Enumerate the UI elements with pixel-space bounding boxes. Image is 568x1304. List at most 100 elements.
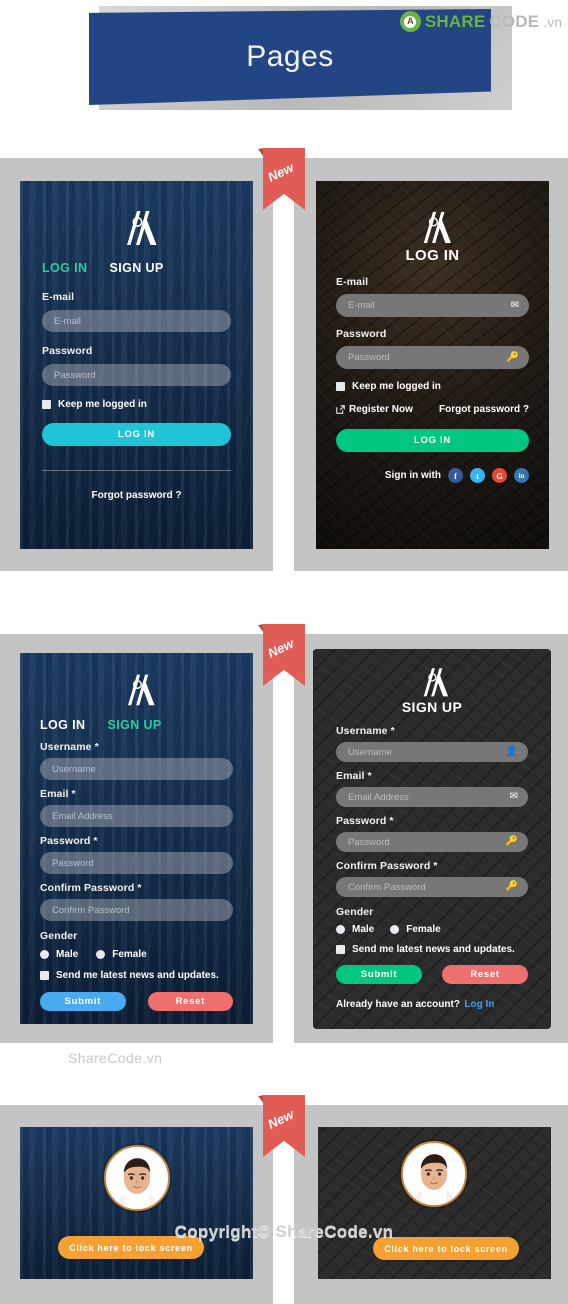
password-placeholder: Password xyxy=(52,857,94,869)
lock-screen-button-label: Click here to lock screen xyxy=(69,1242,193,1253)
password-input[interactable]: Password xyxy=(40,852,233,874)
lock-screen-button-label: Click here to lock screen xyxy=(384,1243,508,1254)
email-placeholder: Email Address xyxy=(348,791,409,803)
avatar-photo xyxy=(403,1143,465,1205)
linkedin-icon[interactable]: in xyxy=(514,468,529,483)
password-label: Password xyxy=(336,328,387,340)
email-input[interactable]: E-mail ✉ xyxy=(336,294,529,317)
tab-signup[interactable]: SIGN UP xyxy=(109,261,163,275)
login-button[interactable]: LOG IN xyxy=(42,423,231,446)
confirm-password-placeholder: Confirm Password xyxy=(348,881,426,893)
password-input[interactable]: Password 🔑 xyxy=(336,346,529,369)
google-plus-icon[interactable]: G xyxy=(492,468,507,483)
facebook-icon[interactable]: f xyxy=(448,468,463,483)
gender-option-male[interactable]: Male xyxy=(336,924,374,935)
newsletter-checkbox[interactable] xyxy=(40,971,49,980)
confirm-password-input[interactable]: Confirm Password xyxy=(40,899,233,921)
newsletter-row[interactable]: Send me latest news and updates. xyxy=(40,970,233,981)
female-label: Female xyxy=(112,949,147,960)
male-radio[interactable] xyxy=(336,925,345,934)
username-field-group: Username * Username 👤 xyxy=(336,725,528,762)
login-button[interactable]: LOG IN xyxy=(336,429,529,452)
newsletter-checkbox[interactable] xyxy=(336,945,345,954)
submit-button[interactable]: Submit xyxy=(40,992,126,1011)
keep-logged-in-row[interactable]: Keep me logged in xyxy=(42,399,231,410)
password-field-group: Password * Password 🔑 xyxy=(336,815,528,852)
gender-option-male[interactable]: Male xyxy=(40,949,78,960)
username-label: Username * xyxy=(40,741,99,753)
twitter-icon[interactable]: t xyxy=(470,468,485,483)
login-card-light: LOG IN SIGN UP E-mail E-mail Password Pa… xyxy=(20,181,253,549)
social-login-row: Sign in with f t G in xyxy=(336,468,529,483)
auth-tabs[interactable]: LOG IN SIGN UP xyxy=(42,261,231,275)
keep-logged-in-checkbox[interactable] xyxy=(42,400,51,409)
signup-card-light: LOG IN SIGN UP Username * Username Email… xyxy=(20,653,253,1024)
avatar xyxy=(104,1145,170,1211)
forgot-password-link[interactable]: Forgot password ? xyxy=(92,490,182,501)
newsletter-row[interactable]: Send me latest news and updates. xyxy=(336,944,528,955)
tab-login[interactable]: LOG IN xyxy=(42,261,87,275)
password-field-group: Password Password 🔑 xyxy=(336,328,529,369)
confirm-password-input[interactable]: Confirm Password 🔑 xyxy=(336,877,528,897)
forgot-password-link[interactable]: Forgot password ? xyxy=(439,404,529,415)
new-badge-row1: New xyxy=(258,148,305,210)
email-field-group: E-mail E-mail xyxy=(42,291,231,332)
brand-share: SHARE xyxy=(424,11,486,31)
envelope-icon: ✉ xyxy=(509,791,518,802)
lock-card-dark: Click here to lock screen xyxy=(318,1127,551,1279)
avatar xyxy=(401,1141,467,1207)
email-placeholder: E-mail xyxy=(54,315,81,327)
login-link[interactable]: Log In xyxy=(464,999,494,1010)
gender-option-female[interactable]: Female xyxy=(390,924,441,935)
email-field-group: E-mail E-mail ✉ xyxy=(336,276,529,317)
signup-actions: Submit Reset xyxy=(336,965,528,984)
reset-button-label: Reset xyxy=(470,969,500,980)
brand-code: CODE xyxy=(489,11,540,31)
gender-group: Gender Male Female xyxy=(336,906,528,935)
divider xyxy=(42,470,231,471)
tab-login[interactable]: LOG IN xyxy=(40,718,85,732)
password-label: Password * xyxy=(336,815,394,827)
password-input[interactable]: Password xyxy=(42,364,231,386)
app-logo-icon xyxy=(423,211,451,243)
app-logo-icon xyxy=(126,211,156,245)
auth-links-row: Register Now Forgot password ? xyxy=(336,404,529,415)
email-label: Email * xyxy=(336,770,372,782)
email-input[interactable]: Email Address ✉ xyxy=(336,787,528,807)
male-radio[interactable] xyxy=(40,950,49,959)
newsletter-label: Send me latest news and updates. xyxy=(56,970,219,981)
confirm-password-label: Confirm Password * xyxy=(40,882,142,894)
email-input[interactable]: E-mail xyxy=(42,310,231,332)
submit-button-label: Submit xyxy=(360,969,398,980)
keep-logged-in-row[interactable]: Keep me logged in xyxy=(336,381,529,392)
lock-screen-button[interactable]: Click here to lock screen xyxy=(58,1236,204,1259)
username-input[interactable]: Username xyxy=(40,758,233,780)
email-input[interactable]: Email Address xyxy=(40,805,233,827)
username-placeholder: Username xyxy=(348,746,392,758)
gender-option-female[interactable]: Female xyxy=(96,949,147,960)
existing-account-label: Already have an account? xyxy=(336,999,460,1010)
login-card-dark: LOG IN E-mail E-mail ✉ Password Password… xyxy=(316,181,549,549)
email-placeholder: E-mail xyxy=(348,300,375,311)
confirm-password-placeholder: Confirm Password xyxy=(52,904,130,916)
auth-tabs[interactable]: LOG IN SIGN UP xyxy=(40,718,233,732)
female-radio[interactable] xyxy=(390,925,400,934)
username-input[interactable]: Username 👤 xyxy=(336,742,528,762)
male-label: Male xyxy=(352,924,375,935)
keep-logged-in-checkbox[interactable] xyxy=(336,382,345,391)
signup-actions: Submit Reset xyxy=(40,992,233,1011)
register-now-link[interactable]: Register Now xyxy=(349,404,413,415)
external-link-icon xyxy=(336,405,345,414)
lock-screen-button[interactable]: Click here to lock screen xyxy=(373,1237,519,1260)
reset-button[interactable]: Reset xyxy=(147,992,233,1011)
login-button-label: LOG IN xyxy=(118,429,155,440)
new-badge-row3: New xyxy=(258,1095,305,1157)
tab-signup[interactable]: SIGN UP xyxy=(107,718,161,732)
submit-button[interactable]: Submit xyxy=(336,965,422,984)
reset-button[interactable]: Reset xyxy=(442,965,528,984)
existing-account-row: Already have an account? Log In xyxy=(336,994,528,1012)
female-radio[interactable] xyxy=(96,950,106,959)
password-input[interactable]: Password 🔑 xyxy=(336,832,528,852)
avatar-photo xyxy=(106,1147,168,1209)
email-placeholder: Email Address xyxy=(52,810,113,822)
